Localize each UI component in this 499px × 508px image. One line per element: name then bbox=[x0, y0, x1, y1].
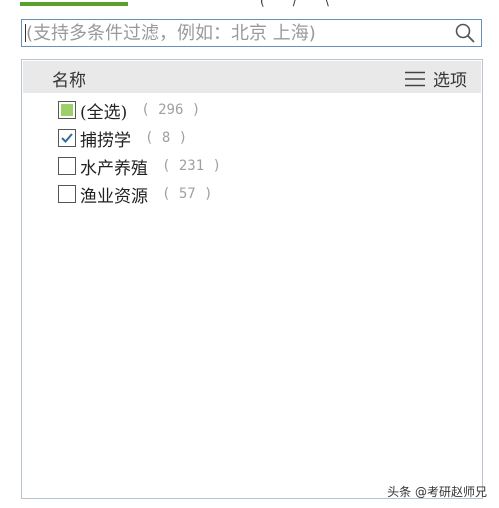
item-label: 水产养殖 bbox=[80, 158, 148, 179]
item-count: ( 57 ) bbox=[162, 186, 213, 202]
watermark: 头条 @考研赵师兄 bbox=[387, 485, 487, 499]
checkbox-checked-icon[interactable] bbox=[58, 129, 76, 147]
options-button[interactable]: 选项 bbox=[405, 66, 467, 91]
options-label: 选项 bbox=[433, 71, 467, 91]
item-label: (全选) bbox=[80, 102, 128, 123]
search-input[interactable] bbox=[26, 21, 446, 45]
item-label: 捕捞学 bbox=[80, 130, 131, 151]
item-label: 渔业资源 bbox=[80, 186, 148, 207]
search-icon[interactable] bbox=[455, 23, 475, 43]
checkbox-unchecked-icon[interactable] bbox=[58, 157, 76, 175]
filter-panel: 名称 选项 (全选) ( 296 ) 捕捞学 ( 8 ) 水产养殖 (231 … bbox=[21, 59, 483, 499]
item-count: ( 296 ) bbox=[141, 102, 201, 118]
list-item[interactable]: 捕捞学 ( 8 ) bbox=[58, 124, 221, 152]
menu-icon bbox=[405, 71, 425, 86]
search-box[interactable] bbox=[21, 19, 482, 47]
list-item-select-all[interactable]: (全选) ( 296 ) bbox=[58, 96, 221, 124]
column-title: 名称 bbox=[52, 71, 86, 91]
item-count: ( 231 ) bbox=[162, 158, 222, 174]
list-item[interactable]: 渔业资源 ( 57 ) bbox=[58, 180, 221, 208]
checkmark-icon bbox=[61, 133, 73, 143]
list-item[interactable]: 水产养殖 ( 231 ) bbox=[58, 152, 221, 180]
panel-header: 名称 选项 bbox=[23, 61, 481, 93]
checkbox-unchecked-icon[interactable] bbox=[58, 185, 76, 203]
filter-list: (全选) ( 296 ) 捕捞学 ( 8 ) 水产养殖 ( 231 ) 渔业资源… bbox=[58, 96, 221, 208]
cut-off-tab-text: (/ \ bbox=[260, 0, 329, 8]
item-count: ( 8 ) bbox=[145, 130, 188, 146]
checkbox-partial-icon[interactable] bbox=[58, 101, 76, 119]
active-tab-indicator bbox=[20, 2, 128, 6]
